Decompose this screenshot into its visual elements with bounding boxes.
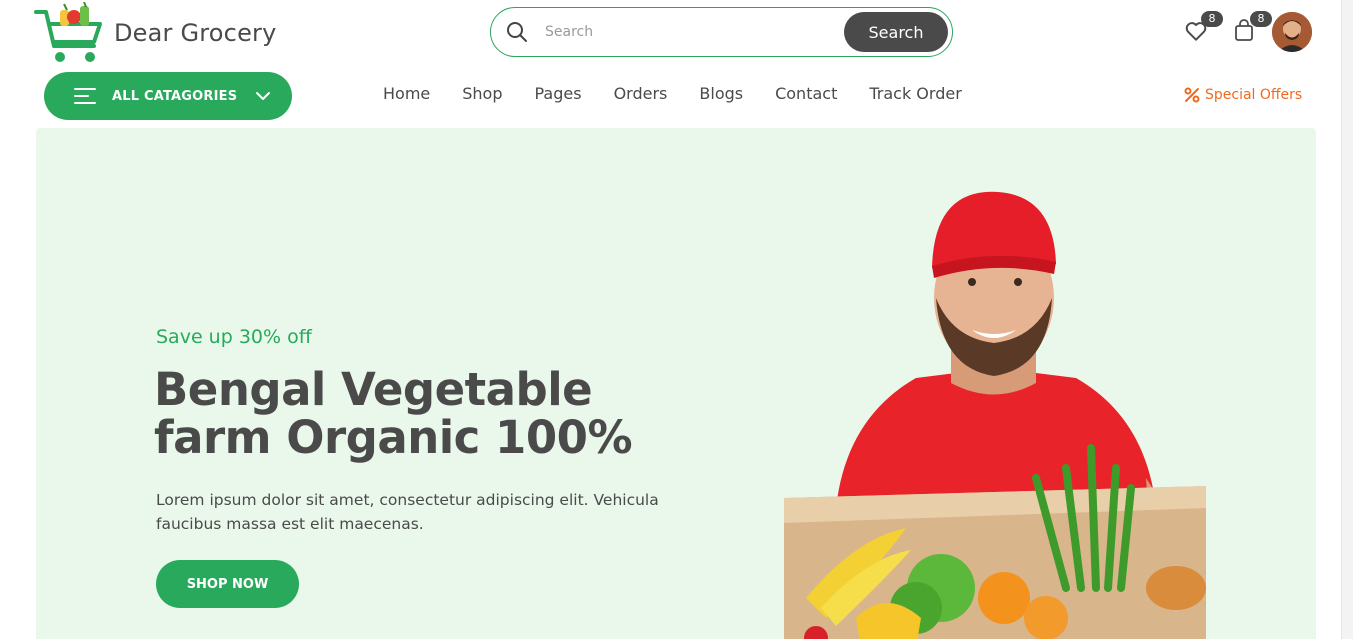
brand-name: Dear Grocery	[114, 19, 277, 47]
page-scrollbar[interactable]	[1341, 0, 1353, 639]
wishlist-count-badge: 8	[1201, 11, 1223, 27]
hero-kicker: Save up 30% off	[156, 326, 312, 348]
special-offers-link[interactable]: Special Offers	[1183, 86, 1302, 104]
nav-blogs[interactable]: Blogs	[699, 84, 743, 103]
delivery-man-image	[784, 191, 1206, 639]
nav-pages[interactable]: Pages	[535, 84, 582, 103]
special-offers-label: Special Offers	[1205, 87, 1303, 103]
grocery-cart-icon	[34, 2, 102, 62]
nav-orders[interactable]: Orders	[614, 84, 668, 103]
nav-shop[interactable]: Shop	[462, 84, 502, 103]
cart-count-badge: 8	[1250, 11, 1272, 27]
hero-title: Bengal Vegetable farm Organic 100%	[154, 366, 714, 462]
search-button[interactable]: Search	[844, 12, 948, 52]
nav-contact[interactable]: Contact	[775, 84, 837, 103]
menu-icon	[74, 88, 96, 104]
search-bar: Search	[490, 7, 953, 57]
search-input[interactable]	[545, 24, 815, 40]
hero-title-line2: farm Organic 100%	[154, 411, 633, 464]
shop-now-button[interactable]: SHOP NOW	[156, 560, 299, 608]
brand-logo[interactable]: Dear Grocery	[34, 2, 277, 64]
all-categories-label: ALL CATAGORIES	[112, 88, 238, 104]
hero-banner: Save up 30% off Bengal Vegetable farm Or…	[36, 128, 1316, 639]
wishlist-button[interactable]: 8	[1183, 11, 1223, 46]
all-categories-button[interactable]: ALL CATAGORIES	[44, 72, 292, 120]
nav-track-order[interactable]: Track Order	[869, 84, 961, 103]
hero-description: Lorem ipsum dolor sit amet, consectetur …	[156, 491, 659, 533]
avatar-image	[1272, 12, 1312, 52]
search-icon	[507, 22, 527, 42]
hero-title-line1: Bengal Vegetable	[154, 363, 593, 416]
main-nav: Home Shop Pages Orders Blogs Contact Tra…	[383, 84, 962, 103]
user-avatar[interactable]	[1272, 12, 1312, 52]
cart-button[interactable]: 8	[1232, 11, 1272, 46]
nav-home[interactable]: Home	[383, 84, 430, 103]
percent-icon	[1184, 87, 1200, 103]
chevron-down-icon	[256, 92, 271, 100]
